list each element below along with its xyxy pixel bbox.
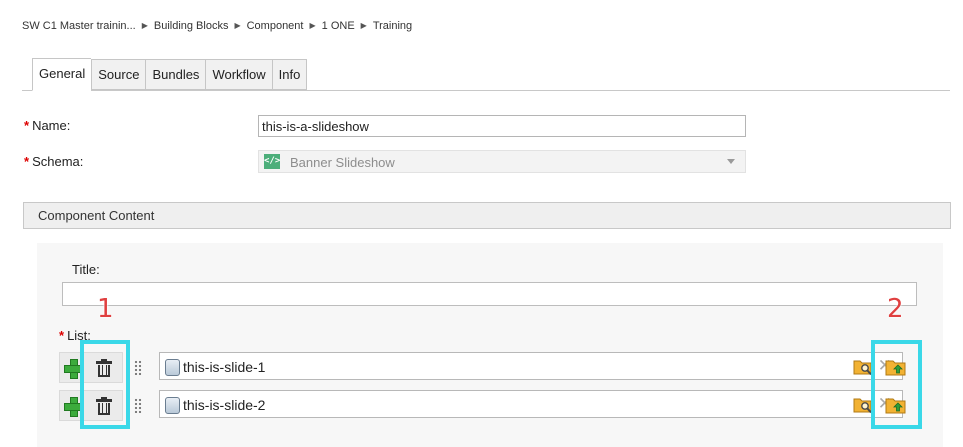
chevron-right-icon: ▶: [309, 21, 316, 30]
required-marker: *: [24, 154, 30, 169]
drag-handle-icon[interactable]: [134, 360, 142, 375]
breadcrumb-item[interactable]: Component: [247, 20, 304, 32]
list-row: this-is-slide-2 ✕: [59, 390, 929, 422]
chevron-down-icon[interactable]: [727, 159, 735, 164]
tab-general[interactable]: General: [32, 58, 92, 91]
browse-folder-icon[interactable]: [853, 358, 873, 376]
schema-label: * Schema:: [24, 154, 83, 169]
drag-handle-icon[interactable]: [134, 398, 142, 413]
component-content-header: Component Content: [23, 202, 951, 229]
browse-folder-icon[interactable]: [853, 396, 873, 414]
breadcrumb-item[interactable]: Training: [373, 20, 412, 32]
required-marker: *: [24, 118, 30, 133]
chevron-right-icon: ▶: [141, 21, 148, 30]
schema-value: Banner Slideshow: [290, 155, 395, 170]
link-value: this-is-slide-2: [183, 397, 266, 413]
breadcrumb: SW C1 Master trainin... ▶ Building Blocks ▶…: [22, 20, 412, 32]
tab-info[interactable]: Info: [271, 59, 308, 90]
breadcrumb-item[interactable]: 1 ONE: [322, 20, 355, 32]
breadcrumb-item[interactable]: Building Blocks: [154, 20, 229, 32]
schema-label-text: Schema:: [32, 154, 84, 169]
component-icon: [165, 359, 180, 376]
schema-select[interactable]: </> Banner Slideshow: [258, 150, 746, 173]
list-row: this-is-slide-1 ✕: [59, 352, 929, 384]
breadcrumb-item[interactable]: SW C1 Master trainin...: [22, 20, 136, 32]
link-value: this-is-slide-1: [183, 359, 266, 375]
callout-number-1: 1: [97, 294, 114, 324]
tab-workflow[interactable]: Workflow: [205, 59, 272, 90]
tab-source[interactable]: Source: [91, 59, 146, 90]
component-link-field[interactable]: this-is-slide-1 ✕: [159, 352, 903, 380]
callout-box-2: [871, 340, 922, 429]
tab-bar: General Source Bundles Workflow Info: [22, 56, 950, 91]
component-icon: [165, 397, 180, 414]
component-link-field[interactable]: this-is-slide-2 ✕: [159, 390, 903, 418]
name-label: * Name:: [24, 118, 70, 133]
name-label-text: Name:: [32, 118, 71, 133]
name-input[interactable]: [258, 115, 746, 137]
callout-number-2: 2: [887, 294, 904, 324]
tab-bundles[interactable]: Bundles: [145, 59, 206, 90]
schema-code-icon: </>: [264, 154, 280, 169]
required-marker: *: [59, 328, 65, 343]
callout-box-1: [80, 340, 130, 429]
chevron-right-icon: ▶: [234, 21, 241, 30]
chevron-right-icon: ▶: [360, 21, 367, 30]
title-input[interactable]: [62, 282, 917, 306]
title-label: Title:: [72, 262, 100, 277]
